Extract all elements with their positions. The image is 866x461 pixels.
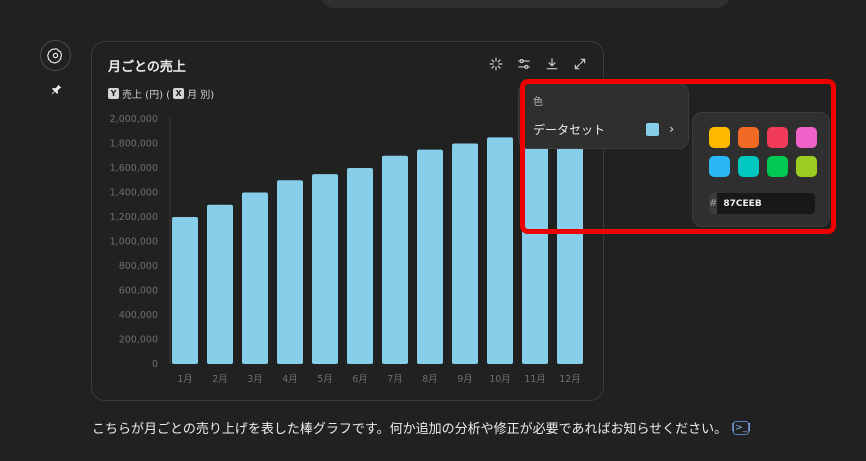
color-palette: # <box>692 112 830 227</box>
color-option-5[interactable] <box>709 156 730 177</box>
hex-field: # <box>709 193 815 214</box>
bar-7月[interactable] <box>382 155 408 364</box>
color-option-4[interactable] <box>796 127 817 148</box>
x-tick-label: 6月 <box>352 374 368 385</box>
assistant-avatar <box>40 40 71 71</box>
color-option-7[interactable] <box>767 156 788 177</box>
bar-12月[interactable] <box>557 119 583 364</box>
y-tick-label: 600,000 <box>119 286 158 297</box>
bar-11月[interactable] <box>522 131 548 364</box>
x-tick-label: 9月 <box>457 374 473 385</box>
x-tick-label: 11月 <box>524 374 546 385</box>
dataset-menu-item[interactable]: データセット › <box>519 114 688 144</box>
code-interpreter-icon[interactable]: [>_] <box>732 420 751 435</box>
current-color-swatch <box>646 122 660 136</box>
hash-label: # <box>709 193 718 214</box>
y-tick-label: 1,400,000 <box>110 188 158 199</box>
y-tick-label: 400,000 <box>119 310 158 321</box>
x-tick-label: 1月 <box>177 374 193 385</box>
hex-input[interactable] <box>717 193 815 214</box>
assistant-message: こちらが月ごとの売り上げを表した棒グラフです。何か追加の分析や修正が必要であれば… <box>92 418 751 437</box>
y-tick-label: 1,000,000 <box>110 237 158 248</box>
x-tick-label: 3月 <box>247 374 263 385</box>
color-grid <box>709 127 817 177</box>
x-tick-label: 10月 <box>489 374 511 385</box>
x-tick-label: 2月 <box>212 374 228 385</box>
x-tick-label: 4月 <box>282 374 298 385</box>
color-option-8[interactable] <box>796 156 817 177</box>
bar-5月[interactable] <box>312 174 338 364</box>
message-input-bar[interactable] <box>320 0 730 8</box>
y-tick-label: 2,000,000 <box>110 114 158 125</box>
color-option-2[interactable] <box>738 127 759 148</box>
color-option-3[interactable] <box>767 127 788 148</box>
bar-8月[interactable] <box>417 149 443 364</box>
y-tick-label: 1,600,000 <box>110 163 158 174</box>
bar-10月[interactable] <box>487 137 513 364</box>
x-tick-label: 12月 <box>559 374 581 385</box>
bar-1月[interactable] <box>172 217 198 364</box>
y-tick-label: 1,200,000 <box>110 212 158 223</box>
chevron-right-icon: › <box>669 122 674 136</box>
bar-9月[interactable] <box>452 143 478 365</box>
pin-icon[interactable] <box>48 81 64 97</box>
y-tick-label: 1,800,000 <box>110 139 158 150</box>
color-option-6[interactable] <box>738 156 759 177</box>
bar-2月[interactable] <box>207 204 233 364</box>
y-tick-label: 0 <box>152 359 158 370</box>
menu-header: 色 <box>533 97 543 108</box>
y-tick-label: 200,000 <box>119 335 158 346</box>
bar-3月[interactable] <box>242 192 268 365</box>
dataset-label: データセット <box>533 122 606 137</box>
openai-logo-icon <box>47 48 62 64</box>
y-tick-label: 800,000 <box>119 261 158 272</box>
message-text: こちらが月ごとの売り上げを表した棒グラフです。何か追加の分析や修正が必要であれば… <box>92 422 728 437</box>
x-tick-label: 8月 <box>422 374 438 385</box>
color-option-1[interactable] <box>709 127 730 148</box>
bar-4月[interactable] <box>277 180 303 364</box>
bar-6月[interactable] <box>347 168 373 364</box>
x-tick-label: 7月 <box>387 374 403 385</box>
color-menu: 色 データセット › <box>518 83 689 149</box>
x-tick-label: 5月 <box>317 374 333 385</box>
